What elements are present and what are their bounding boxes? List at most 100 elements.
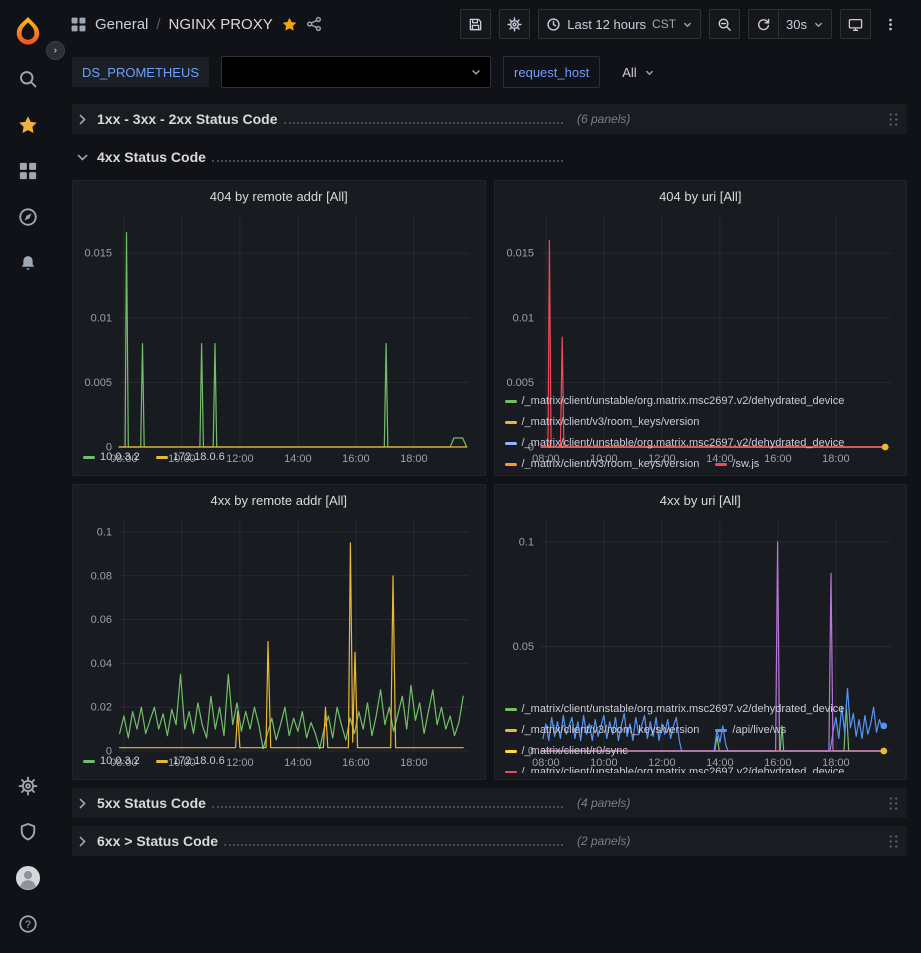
legend-item[interactable]: /_matrix/client/v3/room_keys/version xyxy=(505,458,700,469)
row-title: 4xx Status Code xyxy=(97,149,206,165)
dotted-leader xyxy=(212,150,563,162)
legend-swatch xyxy=(505,729,517,732)
refresh-control: 30s xyxy=(748,9,832,39)
refresh-interval-label: 30s xyxy=(786,17,807,32)
grafana-app: ? General / NGINX PROXY xyxy=(0,0,921,953)
legend-label: /sw.js xyxy=(732,458,759,469)
share-dashboard-icon[interactable] xyxy=(306,16,322,32)
legend-swatch xyxy=(505,771,517,773)
legend-label: /_matrix/client/unstable/org.matrix.msc2… xyxy=(522,437,845,450)
save-dashboard-button[interactable] xyxy=(460,9,491,39)
row-panel-count: (6 panels) xyxy=(577,112,630,126)
svg-text:0.04: 0.04 xyxy=(91,658,112,670)
user-avatar[interactable] xyxy=(6,855,50,901)
explore-compass-icon[interactable] xyxy=(6,194,50,240)
dashboard-title[interactable]: NGINX PROXY xyxy=(169,16,273,33)
panel-404-by-uri: 404 by uri [All] 08:0010:0012:0014:0016:… xyxy=(494,180,908,476)
panel-title[interactable]: 404 by uri [All] xyxy=(495,181,907,211)
timeseries-chart[interactable]: 08:0010:0012:0014:0016:0018:0000.050.1 xyxy=(501,515,901,701)
legend-item[interactable]: /_matrix/client/unstable/org.matrix.msc2… xyxy=(505,437,845,450)
dashboard-canvas: 1xx - 3xx - 2xx Status Code (6 panels) 4… xyxy=(56,98,921,953)
svg-text:0.1: 0.1 xyxy=(97,527,112,539)
row-panel-count: (4 panels) xyxy=(577,796,630,810)
dashboard-submenu: DS_PROMETHEUS request_host All xyxy=(56,48,921,98)
legend-item[interactable]: 10.0.3.2 xyxy=(83,755,140,768)
legend-item[interactable]: /_matrix/client/unstable/org.matrix.msc2… xyxy=(505,395,845,408)
row-header-4xx[interactable]: 4xx Status Code xyxy=(72,142,907,172)
legend-label: /_matrix/client/unstable/org.matrix.msc2… xyxy=(522,703,845,716)
legend-label: /api/live/ws xyxy=(732,724,786,737)
legend-item[interactable]: /sw.js xyxy=(715,458,759,469)
starred-dashboards-icon[interactable] xyxy=(6,102,50,148)
svg-text:0.08: 0.08 xyxy=(91,570,112,582)
svg-text:0.06: 0.06 xyxy=(91,614,112,626)
legend-item[interactable]: /_matrix/client/unstable/org.matrix.msc2… xyxy=(505,766,845,773)
row-header-5xx[interactable]: 5xx Status Code (4 panels) xyxy=(72,788,907,818)
breadcrumb-section[interactable]: General xyxy=(95,16,148,33)
chevron-down-icon xyxy=(470,66,482,78)
legend-swatch xyxy=(715,729,727,732)
panel-grid: 404 by remote addr [All] 08:0010:0012:00… xyxy=(72,180,907,780)
legend-label: /_matrix/client/r0/sync xyxy=(522,745,628,758)
request-host-select[interactable]: All xyxy=(612,57,664,87)
legend-swatch xyxy=(505,708,517,711)
panel-legend: /_matrix/client/unstable/org.matrix.msc2… xyxy=(505,703,897,773)
zoom-out-button[interactable] xyxy=(709,9,740,39)
chevron-right-icon xyxy=(76,835,89,848)
row-title: 6xx > Status Code xyxy=(97,833,218,849)
legend-item[interactable]: /_matrix/client/v3/room_keys/version xyxy=(505,724,700,737)
row-drag-handle[interactable] xyxy=(888,796,899,811)
legend-item[interactable]: /_matrix/client/r0/sync xyxy=(505,745,628,758)
chevron-right-icon xyxy=(76,797,89,810)
svg-text:0.015: 0.015 xyxy=(506,248,534,260)
legend-swatch xyxy=(83,760,95,763)
timeseries-chart[interactable]: 08:0010:0012:0014:0016:0018:0000.0050.01… xyxy=(501,211,901,393)
panel-title[interactable]: 4xx by uri [All] xyxy=(495,485,907,515)
legend-item[interactable]: 10.0.3.2 xyxy=(83,451,140,464)
svg-text:0.1: 0.1 xyxy=(518,536,533,548)
panel-title[interactable]: 4xx by remote addr [All] xyxy=(73,485,485,515)
dotted-leader xyxy=(212,796,563,808)
timeseries-chart[interactable]: 08:0010:0012:0014:0016:0018:0000.020.040… xyxy=(79,515,479,753)
timeseries-chart[interactable]: 08:0010:0012:0014:0016:0018:0000.0050.01… xyxy=(79,211,479,449)
alerting-bell-icon[interactable] xyxy=(6,240,50,286)
navbar-actions: Last 12 hours CST 30s xyxy=(460,9,909,39)
dotted-leader xyxy=(284,112,563,124)
time-range-picker[interactable]: Last 12 hours CST xyxy=(538,9,701,39)
timeseries-plot[interactable]: 08:0010:0012:0014:0016:0018:0000.0050.01… xyxy=(79,211,479,467)
more-options-kebab-icon[interactable] xyxy=(879,9,909,39)
search-icon[interactable] xyxy=(6,56,50,102)
tv-mode-button[interactable] xyxy=(840,9,871,39)
variable-label-ds-prometheus: DS_PROMETHEUS xyxy=(72,57,209,87)
legend-item[interactable]: 172.18.0.6 xyxy=(156,451,225,464)
sidebar-expand-toggle[interactable] xyxy=(46,41,65,60)
legend-item[interactable]: /api/live/ws xyxy=(715,724,786,737)
legend-item[interactable]: /_matrix/client/unstable/org.matrix.msc2… xyxy=(505,703,845,716)
favorite-star-icon[interactable] xyxy=(281,16,298,33)
legend-label: 172.18.0.6 xyxy=(173,755,225,768)
legend-swatch xyxy=(505,442,517,445)
legend-swatch xyxy=(83,456,95,459)
row-drag-handle[interactable] xyxy=(888,834,899,849)
svg-text:0.01: 0.01 xyxy=(91,312,112,324)
row-header-1xx-3xx-2xx[interactable]: 1xx - 3xx - 2xx Status Code (6 panels) xyxy=(72,104,907,134)
dashboard-settings-button[interactable] xyxy=(499,9,530,39)
configuration-gear-icon[interactable] xyxy=(6,763,50,809)
timezone-label: CST xyxy=(652,17,676,31)
dashboards-grid-icon[interactable] xyxy=(6,148,50,194)
legend-swatch xyxy=(505,400,517,403)
legend-item[interactable]: 172.18.0.6 xyxy=(156,755,225,768)
help-icon[interactable]: ? xyxy=(6,901,50,947)
refresh-interval-dropdown[interactable]: 30s xyxy=(779,9,832,39)
timeseries-plot[interactable]: 08:0010:0012:0014:0016:0018:0000.020.040… xyxy=(79,515,479,771)
legend-item[interactable]: /_matrix/client/v3/room_keys/version xyxy=(505,416,700,429)
ds-prometheus-select[interactable] xyxy=(221,56,491,88)
panel-title[interactable]: 404 by remote addr [All] xyxy=(73,181,485,211)
breadcrumb-separator: / xyxy=(156,16,160,33)
refresh-button[interactable] xyxy=(748,9,779,39)
server-admin-shield-icon[interactable] xyxy=(6,809,50,855)
grafana-logo[interactable] xyxy=(6,8,50,56)
row-drag-handle[interactable] xyxy=(888,112,899,127)
row-header-6xx[interactable]: 6xx > Status Code (2 panels) xyxy=(72,826,907,856)
svg-text:?: ? xyxy=(25,919,31,931)
